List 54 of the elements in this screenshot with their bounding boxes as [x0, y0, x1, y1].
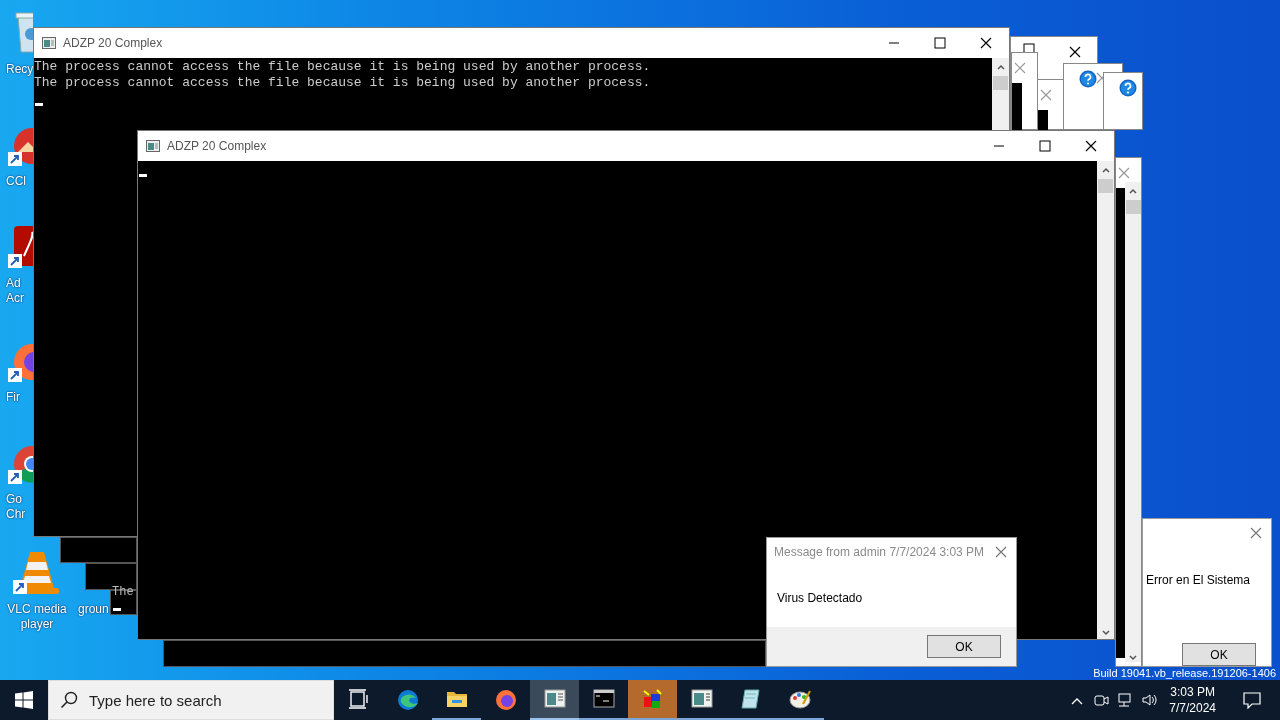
help-icon	[1079, 70, 1097, 88]
scroll-thumb[interactable]	[1125, 200, 1141, 214]
console-text: The process cannot access the file because it is being used by another process.	[34, 59, 652, 75]
console-text: The	[112, 585, 134, 599]
scroll-down-icon	[1099, 627, 1112, 637]
icon-label[interactable]: Ad Acr	[6, 276, 24, 306]
console-app-icon	[42, 37, 56, 49]
scroll-up-icon	[1127, 186, 1139, 196]
window-title: ADZP 20 Complex	[167, 139, 267, 153]
maximize-icon	[934, 37, 946, 49]
dialog-message: Virus Detectado	[776, 590, 864, 607]
terminal-icon	[592, 688, 615, 710]
console-app-icon	[543, 688, 566, 710]
camera-icon[interactable]	[1093, 692, 1110, 708]
scrollbar[interactable]	[1125, 182, 1141, 662]
icon-label[interactable]: Go Chr	[6, 492, 26, 522]
task-view-icon	[347, 689, 370, 711]
search-field[interactable]: Type here to search	[87, 690, 331, 710]
notepad-icon	[739, 688, 762, 710]
window-app-icon	[690, 688, 713, 710]
text-cursor	[139, 174, 147, 177]
dialog-message: Error en El Sistema	[1145, 572, 1252, 589]
console-app-icon	[146, 140, 160, 152]
ok-button[interactable]: OK	[927, 635, 1001, 658]
notification-icon[interactable]	[1243, 691, 1261, 709]
scroll-down-icon	[1127, 652, 1139, 662]
search-icon	[60, 691, 78, 709]
scrollbar[interactable]	[1097, 161, 1114, 639]
console-text: The process cannot access the file because it is being used by another process.	[34, 75, 652, 91]
icon-label[interactable]: CCl	[6, 174, 26, 189]
ok-button[interactable]: OK	[1182, 643, 1256, 666]
edge-icon	[396, 689, 419, 711]
text-cursor	[35, 103, 43, 106]
icon-label[interactable]: Fir	[6, 390, 20, 405]
build-label: Build 19041.vb_release.191206-1406	[1093, 667, 1276, 679]
search-box[interactable]: Type here to search	[48, 680, 334, 720]
scroll-thumb[interactable]	[993, 76, 1008, 90]
volume-icon[interactable]	[1141, 692, 1158, 708]
icon-label[interactable]: VLC media player	[7, 602, 67, 632]
maximize-icon	[1039, 140, 1051, 152]
windows-logo-icon	[15, 691, 33, 709]
help-icon	[1119, 79, 1137, 97]
icon-label[interactable]: Recy	[6, 62, 34, 77]
text-cursor	[113, 608, 121, 611]
paint-palette-icon	[788, 688, 811, 710]
network-icon[interactable]	[1117, 692, 1134, 708]
clock[interactable]: 3:03 PM 7/7/2024	[1161, 684, 1224, 716]
dialog-title: Message from admin 7/7/2024 3:03 PM	[774, 545, 986, 559]
colored-blocks-icon	[641, 688, 664, 710]
firefox-icon	[494, 689, 517, 711]
window-title: ADZP 20 Complex	[63, 36, 163, 50]
taskbar-button[interactable]	[530, 680, 579, 720]
scroll-thumb[interactable]	[1098, 179, 1113, 193]
icon-label[interactable]: groun	[78, 602, 109, 617]
